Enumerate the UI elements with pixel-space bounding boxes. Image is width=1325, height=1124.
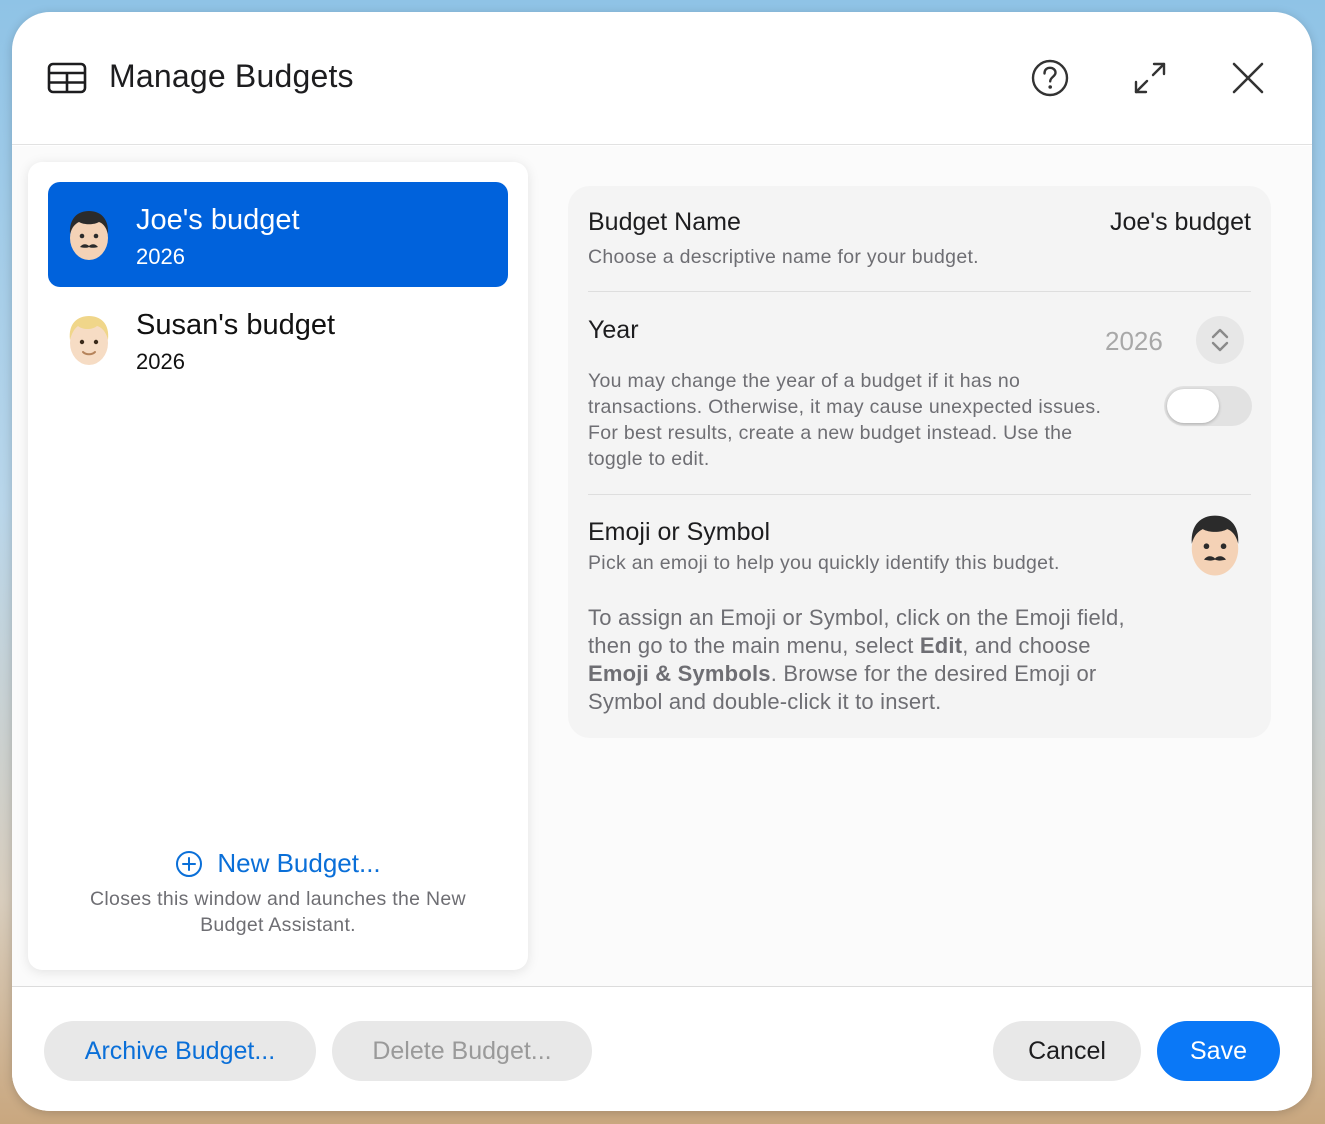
man-mustache-avatar: [69, 211, 109, 260]
emoji-label: Emoji or Symbol: [588, 518, 770, 546]
blond-person-avatar: [69, 316, 109, 365]
year-field[interactable]: 2026: [1105, 326, 1163, 357]
question-circle-icon: [1031, 59, 1069, 97]
budget-settings-card: Budget Name Choose a descriptive name fo…: [568, 186, 1271, 738]
archive-budget-button[interactable]: Archive Budget...: [44, 1021, 316, 1081]
new-budget-description: Closes this window and launches the New …: [90, 888, 466, 936]
cancel-button[interactable]: Cancel: [993, 1021, 1141, 1081]
budget-name-description: Choose a descriptive name for your budge…: [588, 246, 979, 268]
budget-list-sidebar: Joe's budget 2026 Susan's budget 2026 Ne…: [28, 162, 528, 970]
year-label: Year: [588, 316, 639, 344]
new-budget-label: New Budget...: [217, 848, 381, 878]
budget-list-item-susan[interactable]: Susan's budget 2026: [48, 287, 508, 392]
budget-list-item-joe[interactable]: Joe's budget 2026: [48, 182, 508, 287]
close-button[interactable]: [1226, 56, 1270, 100]
delete-budget-button[interactable]: Delete Budget...: [332, 1021, 592, 1081]
budget-name: Susan's budget: [136, 309, 336, 341]
footer-bar: Archive Budget... Delete Budget... Cance…: [12, 986, 1312, 1111]
content-area: Joe's budget 2026 Susan's budget 2026 Ne…: [12, 146, 1312, 986]
title-bar: Manage Budgets: [12, 12, 1312, 145]
budget-name-field[interactable]: Joe's budget: [1110, 208, 1251, 237]
year-edit-toggle[interactable]: [1164, 386, 1252, 426]
emoji-field[interactable]: [1186, 512, 1244, 578]
emoji-help-text: To assign an Emoji or Symbol, click on t…: [588, 605, 1125, 714]
help-button[interactable]: [1028, 56, 1072, 100]
plus-circle-icon: [176, 850, 203, 877]
divider: [588, 291, 1251, 292]
year-stepper[interactable]: [1196, 316, 1244, 364]
year-description: You may change the year of a budget if i…: [588, 370, 1102, 470]
emoji-description: Pick an emoji to help you quickly identi…: [588, 552, 1060, 574]
table-icon: [47, 62, 87, 94]
window-title: Manage Budgets: [109, 58, 354, 94]
save-button[interactable]: Save: [1157, 1021, 1280, 1081]
chevron-up-down-icon: [1211, 328, 1229, 352]
new-budget-button[interactable]: New Budget...: [28, 848, 528, 883]
close-icon: [1232, 62, 1264, 94]
expand-arrows-icon: [1134, 62, 1166, 94]
expand-button[interactable]: [1128, 56, 1172, 100]
budget-year: 2026: [136, 349, 185, 374]
budget-name-label: Budget Name: [588, 208, 741, 236]
budget-name: Joe's budget: [136, 204, 300, 236]
toggle-knob: [1167, 389, 1219, 423]
divider: [588, 494, 1251, 495]
budget-year: 2026: [136, 244, 185, 269]
manage-budgets-window: Manage Budgets Joe's budget 2026 Susan's…: [12, 12, 1312, 1111]
